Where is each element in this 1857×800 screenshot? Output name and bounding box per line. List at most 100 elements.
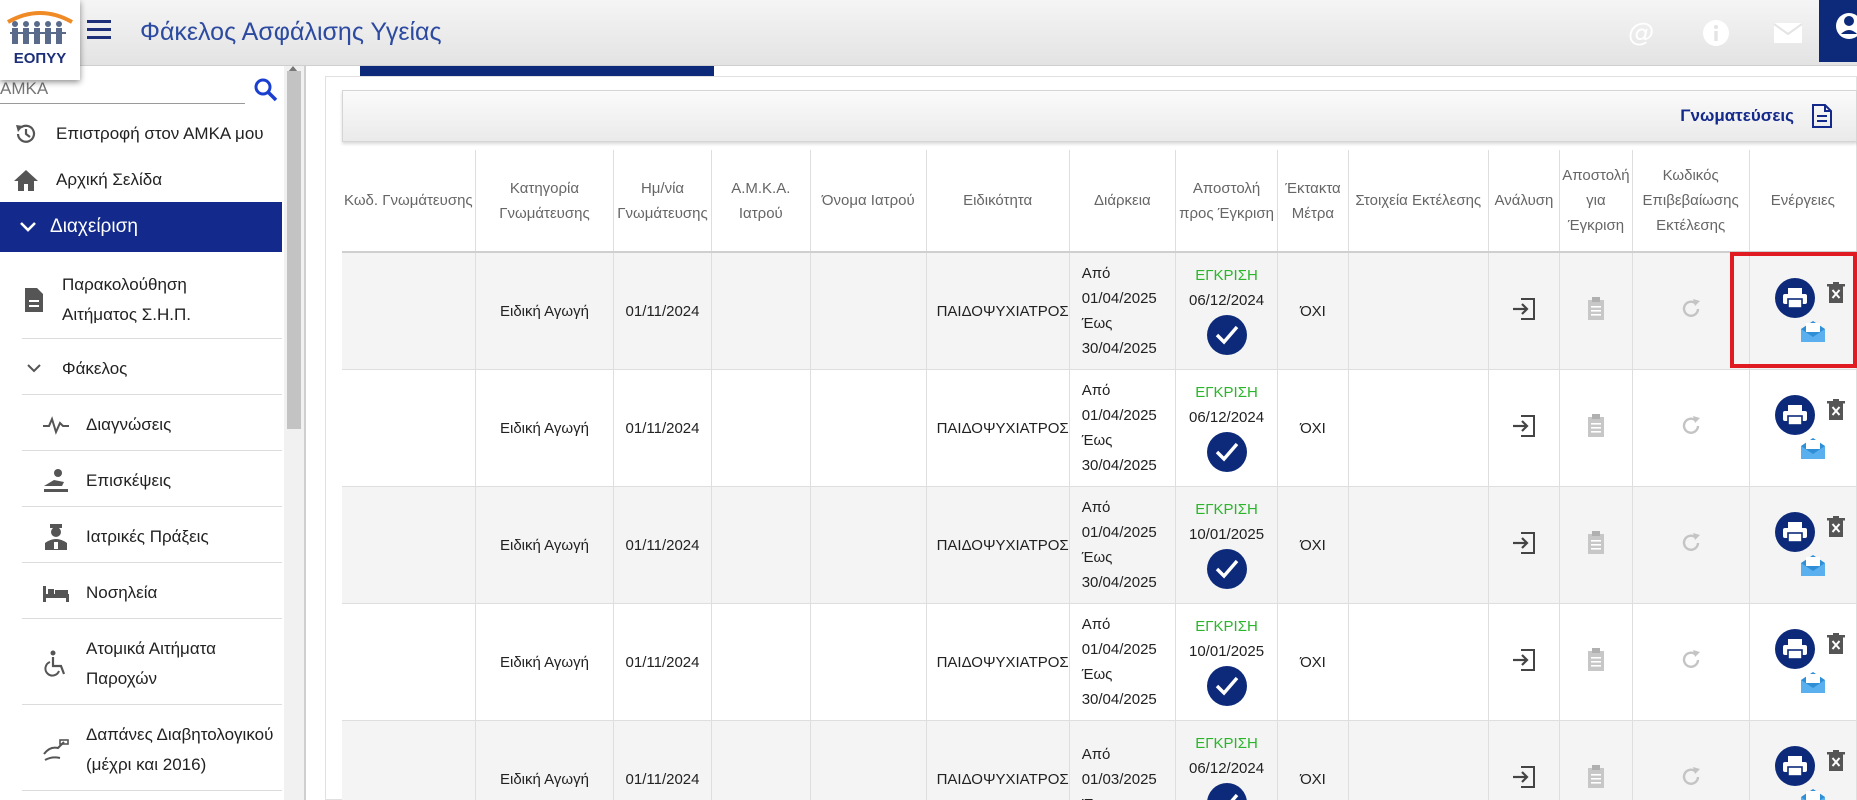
- cell-analysis: [1488, 603, 1561, 721]
- column-header-send-for-approval[interactable]: Αποστολή για Έγκριση: [1559, 150, 1633, 253]
- sidebar: Επιστροφή στον ΑΜΚΑ μου Αρχική Σελίδα Δι…: [0, 66, 282, 800]
- column-header-execution-details[interactable]: Στοιχεία Εκτέλεσης: [1348, 150, 1489, 253]
- sidebar-item-diagnoses[interactable]: Διαγνώσεις: [0, 402, 282, 448]
- cell-emergency: ΌΧΙ: [1277, 720, 1349, 800]
- duration-from-label: Από: [1081, 745, 1111, 763]
- approved-check-icon: [1206, 315, 1247, 355]
- eopyy-logo[interactable]: ΕΟΠΥΥ: [0, 0, 80, 80]
- hamburger-menu-icon[interactable]: [87, 20, 111, 40]
- bed-icon: [42, 579, 70, 607]
- doctor-icon: [42, 523, 70, 551]
- login-arrow-icon[interactable]: [1511, 765, 1537, 789]
- sidebar-item-medical-procedures[interactable]: Ιατρικές Πράξεις: [0, 514, 282, 560]
- refresh-icon[interactable]: [1679, 648, 1703, 672]
- info-icon[interactable]: [1701, 18, 1731, 48]
- sidebar-item-individual-requests[interactable]: Ατομικά Αιτήματα Παροχών: [0, 626, 282, 702]
- cell-actions: [1749, 252, 1857, 370]
- document-icon[interactable]: [1810, 103, 1834, 129]
- envelope-open-icon[interactable]: [1799, 319, 1827, 343]
- delete-icon[interactable]: [1826, 750, 1846, 772]
- delete-icon[interactable]: [1826, 282, 1846, 304]
- envelope-open-icon[interactable]: [1799, 436, 1827, 460]
- clipboard-icon[interactable]: [1586, 296, 1606, 322]
- sidebar-item-return-amka[interactable]: Επιστροφή στον ΑΜΚΑ μου: [0, 116, 282, 152]
- user-icon: [1836, 13, 1857, 39]
- envelope-open-icon[interactable]: [1799, 553, 1827, 577]
- clipboard-icon[interactable]: [1586, 413, 1606, 439]
- cell-date: 01/11/2024: [613, 603, 712, 721]
- delete-icon[interactable]: [1826, 399, 1846, 421]
- sidebar-item-management[interactable]: Διαχείριση: [0, 202, 282, 252]
- print-button[interactable]: [1774, 629, 1815, 669]
- cell-category: Ειδική Αγωγή: [475, 369, 615, 487]
- column-header-specialty[interactable]: Ειδικότητα: [926, 150, 1070, 253]
- user-menu[interactable]: [1819, 0, 1857, 62]
- cell-doctor-amka: [711, 252, 811, 370]
- clipboard-icon[interactable]: [1586, 764, 1606, 790]
- sidebar-item-shp-request[interactable]: Παρακολούθηση Αιτήματος Σ.Η.Π.: [0, 262, 282, 338]
- print-button[interactable]: [1774, 746, 1815, 786]
- table-row[interactable]: Ειδική Αγωγή 01/11/2024 ΠΑΙΔΟΨΥΧΙΑΤΡΟΣ Από 0…: [342, 252, 1857, 370]
- duration-to-label: Έως: [1081, 666, 1113, 683]
- refresh-icon[interactable]: [1679, 414, 1703, 438]
- login-arrow-icon[interactable]: [1511, 297, 1537, 321]
- cell-doctor-name: [810, 486, 927, 604]
- duration-from: 01/04/2025: [1081, 407, 1157, 424]
- sidebar-item-folder[interactable]: Φάκελος: [0, 346, 282, 392]
- sidebar-item-hospitalization[interactable]: Νοσηλεία: [0, 570, 282, 616]
- envelope-open-icon[interactable]: [1799, 670, 1827, 694]
- refresh-icon[interactable]: [1679, 765, 1703, 789]
- duration-from: 01/04/2025: [1081, 524, 1157, 541]
- delete-icon[interactable]: [1826, 633, 1846, 655]
- envelope-open-icon[interactable]: [1799, 787, 1827, 800]
- refresh-icon[interactable]: [1679, 297, 1703, 321]
- column-header-code[interactable]: Κωδ. Γνωμάτευσης: [342, 150, 476, 253]
- login-arrow-icon[interactable]: [1511, 414, 1537, 438]
- at-icon[interactable]: @: [1626, 18, 1656, 48]
- column-header-doctor-amka[interactable]: Α.Μ.Κ.Α. Ιατρού: [711, 150, 811, 253]
- column-header-actions: Ενέργειες: [1749, 150, 1857, 253]
- cell-doctor-name: [810, 252, 927, 370]
- delete-icon[interactable]: [1826, 516, 1846, 538]
- svg-text:@: @: [1628, 18, 1654, 48]
- print-button[interactable]: [1774, 512, 1815, 552]
- table-row[interactable]: Ειδική Αγωγή 01/11/2024 ΠΑΙΔΟΨΥΧΙΑΤΡΟΣ Από 0…: [342, 603, 1857, 721]
- column-header-analysis[interactable]: Ανάλυση: [1488, 150, 1561, 253]
- sidebar-item-label: Αρχική Σελίδα: [56, 170, 163, 189]
- sidebar-item-home[interactable]: Αρχική Σελίδα: [0, 162, 282, 198]
- scrollbar-thumb[interactable]: [287, 71, 301, 429]
- sidebar-item-diabetes-costs[interactable]: Δαπάνες Διαβητολογικού (μέχρι και 2016): [0, 712, 282, 788]
- search-icon[interactable]: [253, 77, 279, 103]
- sidebar-item-visits[interactable]: Επισκέψεις: [0, 458, 282, 504]
- print-button[interactable]: [1774, 278, 1815, 318]
- column-header-confirmation-code[interactable]: Κωδικός Επιβεβαίωσης Εκτέλεσης: [1632, 150, 1750, 253]
- column-header-duration[interactable]: Διάρκεια: [1069, 150, 1177, 253]
- print-button[interactable]: [1774, 395, 1815, 435]
- approval-date: 06/12/2024: [1189, 409, 1265, 426]
- approval-date: 06/12/2024: [1189, 760, 1265, 777]
- column-header-category[interactable]: Κατηγορία Γνωμάτευσης: [475, 150, 615, 253]
- clipboard-icon[interactable]: [1586, 647, 1606, 673]
- pulse-icon: [42, 411, 70, 439]
- login-arrow-icon[interactable]: [1511, 648, 1537, 672]
- sidebar-scrollbar[interactable]: [284, 66, 304, 800]
- home-icon: [12, 166, 40, 194]
- column-header-sent-for-approval[interactable]: Αποστολή προς Έγκριση: [1175, 150, 1279, 253]
- approved-check-icon: [1206, 666, 1247, 706]
- table-row[interactable]: Ειδική Αγωγή 01/11/2024 ΠΑΙΔΟΨΥΧΙΑΤΡΟΣ Από 0…: [342, 486, 1857, 604]
- cell-doctor-name: [810, 720, 927, 800]
- sidebar-item-label: Παρακολούθηση Αιτήματος Σ.Η.Π.: [62, 275, 191, 324]
- column-header-emergency-measures[interactable]: Έκτακτα Μέτρα: [1277, 150, 1349, 253]
- cell-doctor-name: [810, 603, 927, 721]
- cell-emergency: ΌΧΙ: [1277, 603, 1349, 721]
- mail-icon[interactable]: [1773, 18, 1803, 48]
- clipboard-icon[interactable]: [1586, 530, 1606, 556]
- column-header-doctor-name[interactable]: Όνομα Ιατρού: [810, 150, 927, 253]
- login-arrow-icon[interactable]: [1511, 531, 1537, 555]
- cell-execution-details: [1348, 720, 1489, 800]
- column-header-date[interactable]: Ημ/νία Γνωμάτευσης: [613, 150, 712, 253]
- table-row[interactable]: Ειδική Αγωγή 01/11/2024 ΠΑΙΔΟΨΥΧΙΑΤΡΟΣ Από 0…: [342, 720, 1857, 800]
- refresh-icon[interactable]: [1679, 531, 1703, 555]
- table-row[interactable]: Ειδική Αγωγή 01/11/2024 ΠΑΙΔΟΨΥΧΙΑΤΡΟΣ Από 0…: [342, 369, 1857, 487]
- table-header-row: Κωδ. Γνωμάτευσης Κατηγορία Γνωμάτευσης Η…: [342, 150, 1857, 253]
